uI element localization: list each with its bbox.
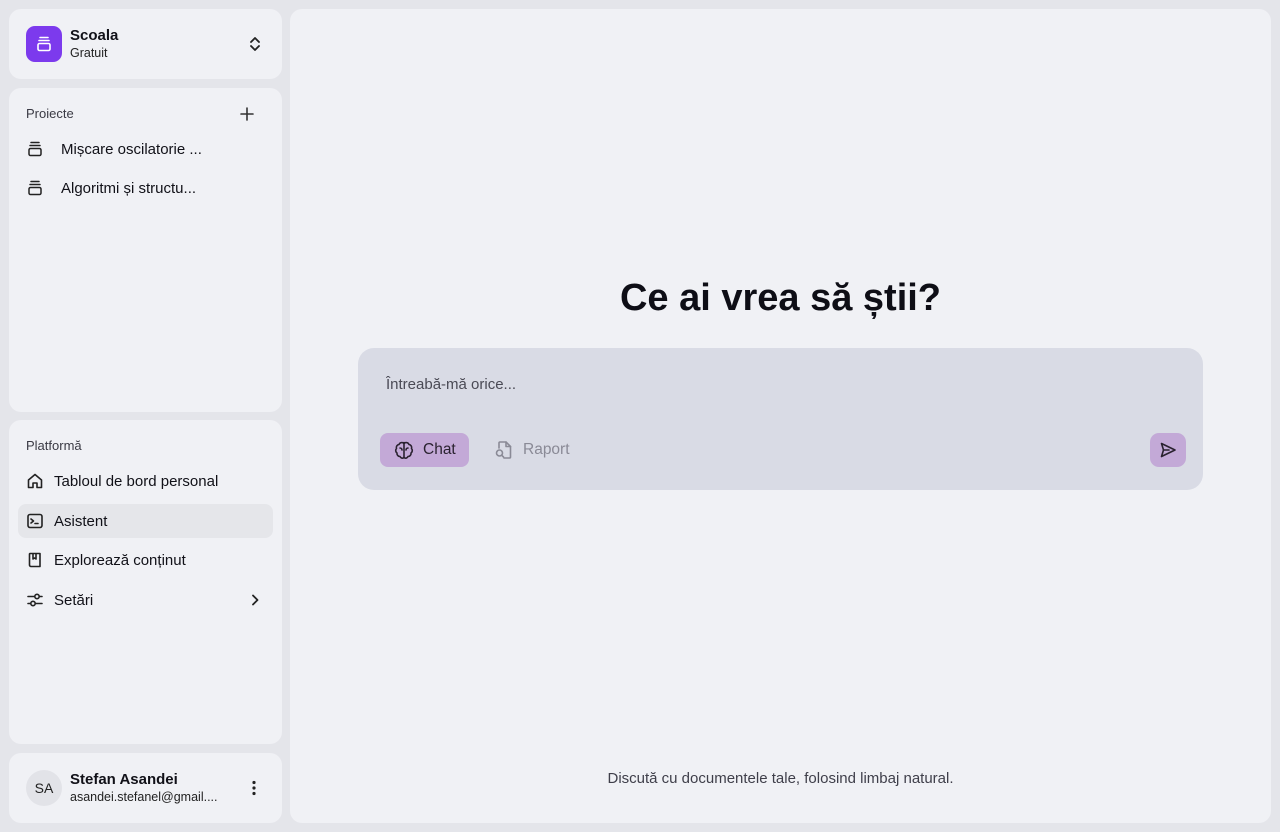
mode-chat-button[interactable]: Chat xyxy=(380,433,469,467)
mode-report-label: Raport xyxy=(523,441,570,458)
workspace-switcher[interactable]: Scoala Gratuit xyxy=(9,9,282,79)
terminal-icon xyxy=(26,512,44,530)
projects-section-label: Proiecte xyxy=(26,106,74,121)
nav-item-label: Explorează conținut xyxy=(54,551,186,569)
chevron-right-icon xyxy=(247,592,263,608)
platform-section-label: Platformă xyxy=(26,438,82,453)
send-button[interactable] xyxy=(1150,433,1186,467)
plus-icon xyxy=(240,107,254,121)
book-icon xyxy=(26,551,44,569)
nav-item-label: Asistent xyxy=(54,512,108,530)
platform-panel: Platformă Tabloul de bord personal Asist… xyxy=(9,420,282,744)
user-name: Stefan Asandei xyxy=(70,771,178,788)
file-search-icon xyxy=(493,439,515,461)
nav-item-label: Setări xyxy=(54,591,94,609)
sliders-icon xyxy=(26,591,44,609)
send-icon xyxy=(1160,442,1176,458)
more-vertical-icon[interactable] xyxy=(245,778,263,798)
mode-report-button[interactable]: Raport xyxy=(480,433,583,467)
project-item[interactable]: Algoritmi și structu... xyxy=(26,175,266,201)
project-label: Algoritmi și structu... xyxy=(61,179,197,197)
page-title: Ce ai vrea să știi? xyxy=(619,277,942,319)
workspace-plan: Gratuit xyxy=(70,46,108,60)
user-email: asandei.stefanel@gmail.... xyxy=(70,790,218,804)
brain-icon xyxy=(393,439,415,461)
stack-icon xyxy=(26,179,52,197)
home-icon xyxy=(26,472,44,490)
main-content: Ce ai vrea să știi? Chat xyxy=(290,9,1271,823)
workspace-name: Scoala xyxy=(70,27,119,44)
projects-panel: Proiecte Mișcare oscilatorie ... Algorit… xyxy=(9,88,282,412)
stack-icon xyxy=(37,36,51,52)
stack-icon xyxy=(26,140,52,158)
prompt-box: Chat Raport xyxy=(358,348,1203,490)
footer-note: Discută cu documentele tale, folosind li… xyxy=(607,770,954,787)
mode-chat-label: Chat xyxy=(423,441,456,458)
add-project-button[interactable] xyxy=(237,104,257,124)
nav-item-settings[interactable]: Setări xyxy=(18,583,273,617)
avatar: SA xyxy=(26,770,62,806)
project-label: Mișcare oscilatorie ... xyxy=(61,140,202,158)
workspace-logo xyxy=(26,26,62,62)
user-menu[interactable]: SA Stefan Asandei asandei.stefanel@gmail… xyxy=(9,753,282,823)
chevrons-up-down-icon[interactable] xyxy=(245,33,265,55)
prompt-input[interactable] xyxy=(386,372,1146,396)
project-item[interactable]: Mișcare oscilatorie ... xyxy=(26,136,266,162)
nav-item-explore[interactable]: Explorează conținut xyxy=(18,543,273,577)
nav-item-label: Tabloul de bord personal xyxy=(54,472,219,490)
nav-item-assistant[interactable]: Asistent xyxy=(18,504,273,538)
nav-item-dashboard[interactable]: Tabloul de bord personal xyxy=(18,464,273,498)
